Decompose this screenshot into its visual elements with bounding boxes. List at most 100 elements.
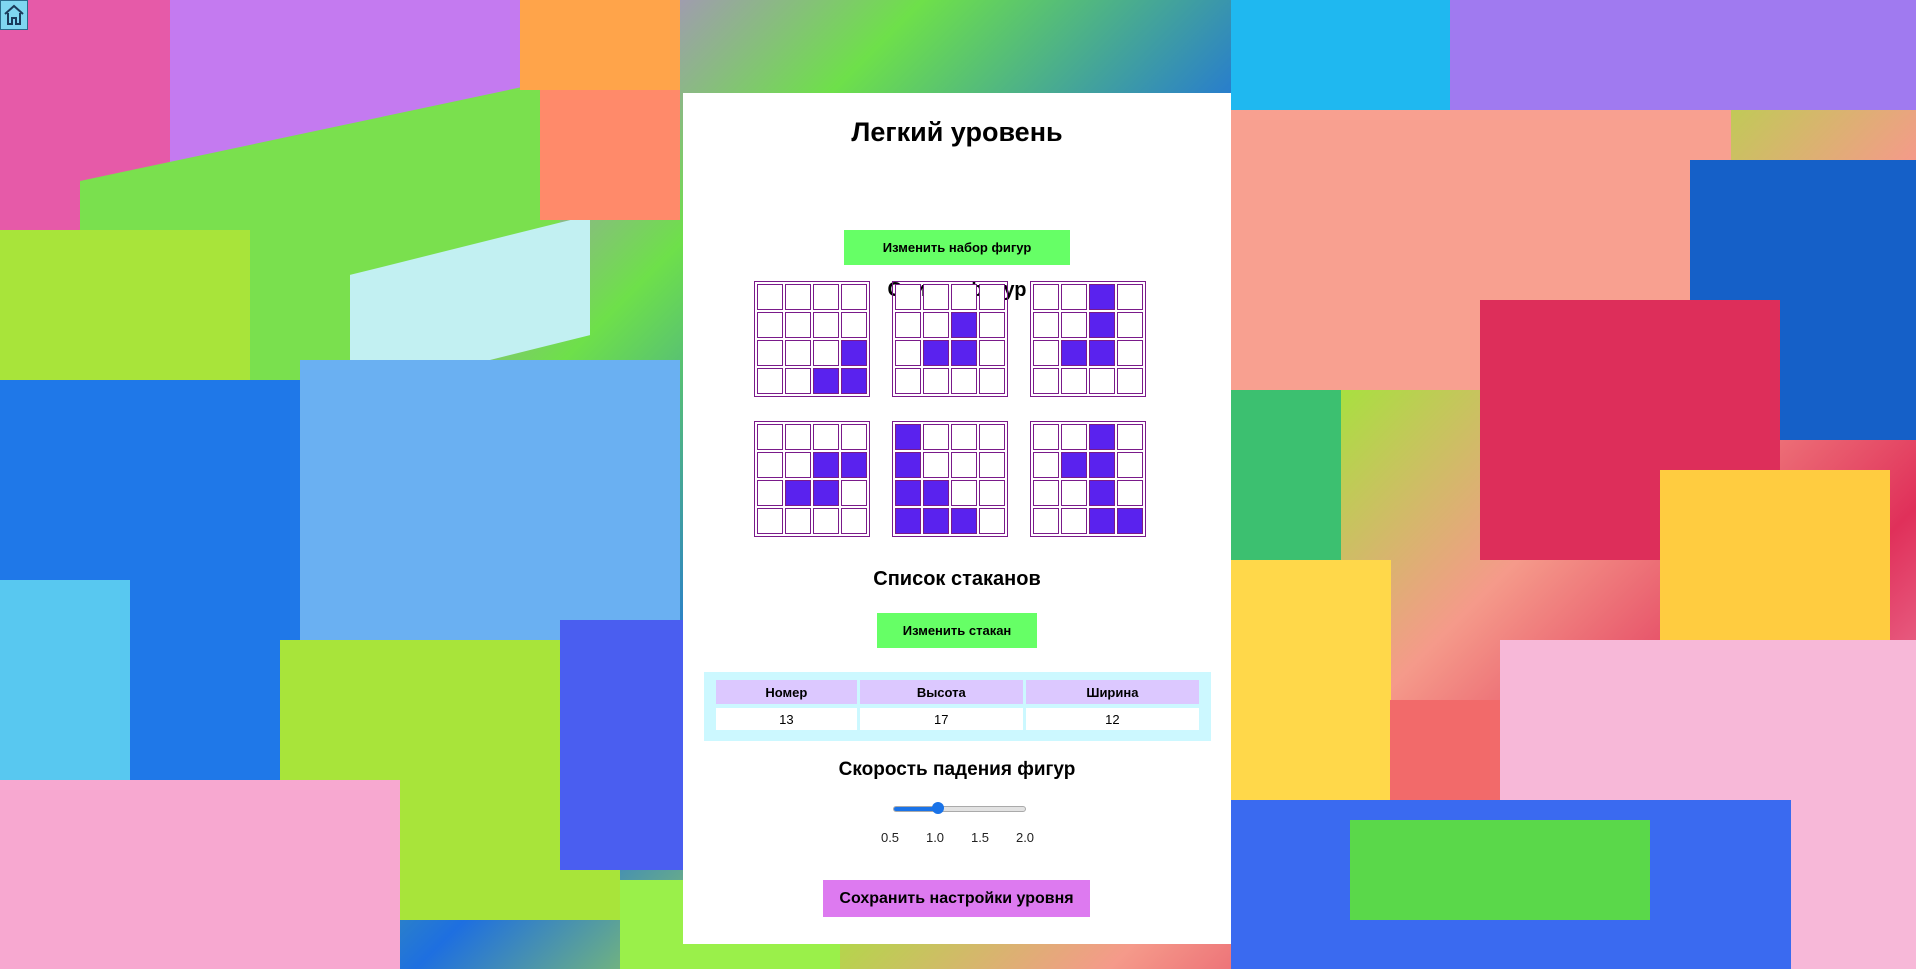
column-header-number: Номер [716,680,857,704]
figure-cell-empty [895,340,921,366]
figure-cell-filled [923,508,949,534]
figure-cell-filled [813,480,839,506]
figure-cell-empty [1061,312,1087,338]
figure-cell-empty [757,480,783,506]
figure-cell-filled [951,508,977,534]
figure-card [892,421,1008,537]
tick-label: 0.5 [880,830,900,845]
figure-cell-empty [1117,284,1143,310]
change-figures-button[interactable]: Изменить набор фигур [844,230,1070,265]
figure-cell-filled [1089,340,1115,366]
figure-cell-empty [979,480,1005,506]
cell-width: 12 [1025,708,1199,730]
figure-cell-empty [757,508,783,534]
figure-cell-empty [813,424,839,450]
figure-cell-filled [841,340,867,366]
figure-cell-empty [757,284,783,310]
figure-cell-empty [757,312,783,338]
figure-cell-empty [1033,284,1059,310]
figure-cell-empty [813,508,839,534]
figure-cell-empty [757,424,783,450]
figure-cell-empty [1033,340,1059,366]
figure-card [1030,421,1146,537]
figure-cell-empty [1033,480,1059,506]
figure-cell-empty [1061,284,1087,310]
figure-cell-filled [841,368,867,394]
figure-cell-empty [1117,340,1143,366]
speed-tick-labels: 0.5 1.0 1.5 2.0 [868,830,1053,848]
change-glass-button[interactable]: Изменить стакан [877,613,1037,648]
figure-cell-empty [841,284,867,310]
figure-cell-filled [1089,508,1115,534]
figure-cell-filled [923,340,949,366]
figure-cell-filled [1061,452,1087,478]
glasses-table: Номер Высота Ширина 13 17 12 [713,676,1202,734]
figure-cell-empty [1117,480,1143,506]
figure-cell-empty [1033,508,1059,534]
figure-cell-empty [785,312,811,338]
figure-cell-filled [1089,452,1115,478]
figure-cell-filled [1089,284,1115,310]
figure-cell-empty [1061,368,1087,394]
figure-cell-empty [895,284,921,310]
glasses-table-container: Номер Высота Ширина 13 17 12 [704,672,1211,741]
figure-cell-empty [951,452,977,478]
figure-cell-empty [841,480,867,506]
figure-cell-filled [1089,480,1115,506]
figure-cell-filled [1089,424,1115,450]
figure-cell-filled [1117,508,1143,534]
figure-cell-empty [813,284,839,310]
figure-cell-empty [785,508,811,534]
cell-number: 13 [716,708,857,730]
figure-cell-empty [785,452,811,478]
figure-cell-empty [979,340,1005,366]
figure-cell-empty [923,312,949,338]
speed-slider-thumb[interactable] [931,802,944,814]
figure-cell-empty [1033,368,1059,394]
figure-cell-filled [923,480,949,506]
home-button[interactable] [0,0,28,30]
figure-card [892,281,1008,397]
figure-card [754,421,870,537]
level-settings-panel: Легкий уровень Список фигур Изменить наб… [683,93,1231,944]
figure-cell-empty [923,452,949,478]
figure-cell-empty [813,312,839,338]
figure-cell-filled [1061,340,1087,366]
figure-cell-empty [1089,368,1115,394]
tick-label: 1.0 [925,830,945,845]
figure-cell-empty [841,312,867,338]
home-icon [4,4,24,25]
figure-cell-empty [979,368,1005,394]
figure-cell-empty [979,284,1005,310]
figure-cell-filled [1089,312,1115,338]
figure-cell-empty [923,284,949,310]
tick-label: 1.5 [970,830,990,845]
figure-cell-filled [785,480,811,506]
figure-cell-empty [979,312,1005,338]
figure-cell-empty [1061,480,1087,506]
tick-label: 2.0 [1015,830,1035,845]
figure-cell-filled [813,452,839,478]
figure-cell-filled [841,452,867,478]
figure-cell-empty [1033,452,1059,478]
figure-cell-empty [895,368,921,394]
figure-cell-filled [895,480,921,506]
figure-cell-filled [895,508,921,534]
speed-slider[interactable] [893,802,1026,814]
figure-cell-empty [757,368,783,394]
column-header-width: Ширина [1025,680,1199,704]
figure-cell-empty [1033,424,1059,450]
figure-cell-empty [951,424,977,450]
figure-cell-filled [951,340,977,366]
figure-cell-empty [785,424,811,450]
figure-cell-empty [1033,312,1059,338]
figure-cell-empty [923,424,949,450]
cell-height: 17 [859,708,1023,730]
figure-card [754,281,870,397]
figure-cell-empty [979,452,1005,478]
save-level-button[interactable]: Сохранить настройки уровня [823,880,1090,917]
figure-cell-empty [895,312,921,338]
glasses-heading: Список стаканов [873,568,1041,590]
table-row[interactable]: 13 17 12 [716,708,1199,730]
figure-cell-filled [895,424,921,450]
